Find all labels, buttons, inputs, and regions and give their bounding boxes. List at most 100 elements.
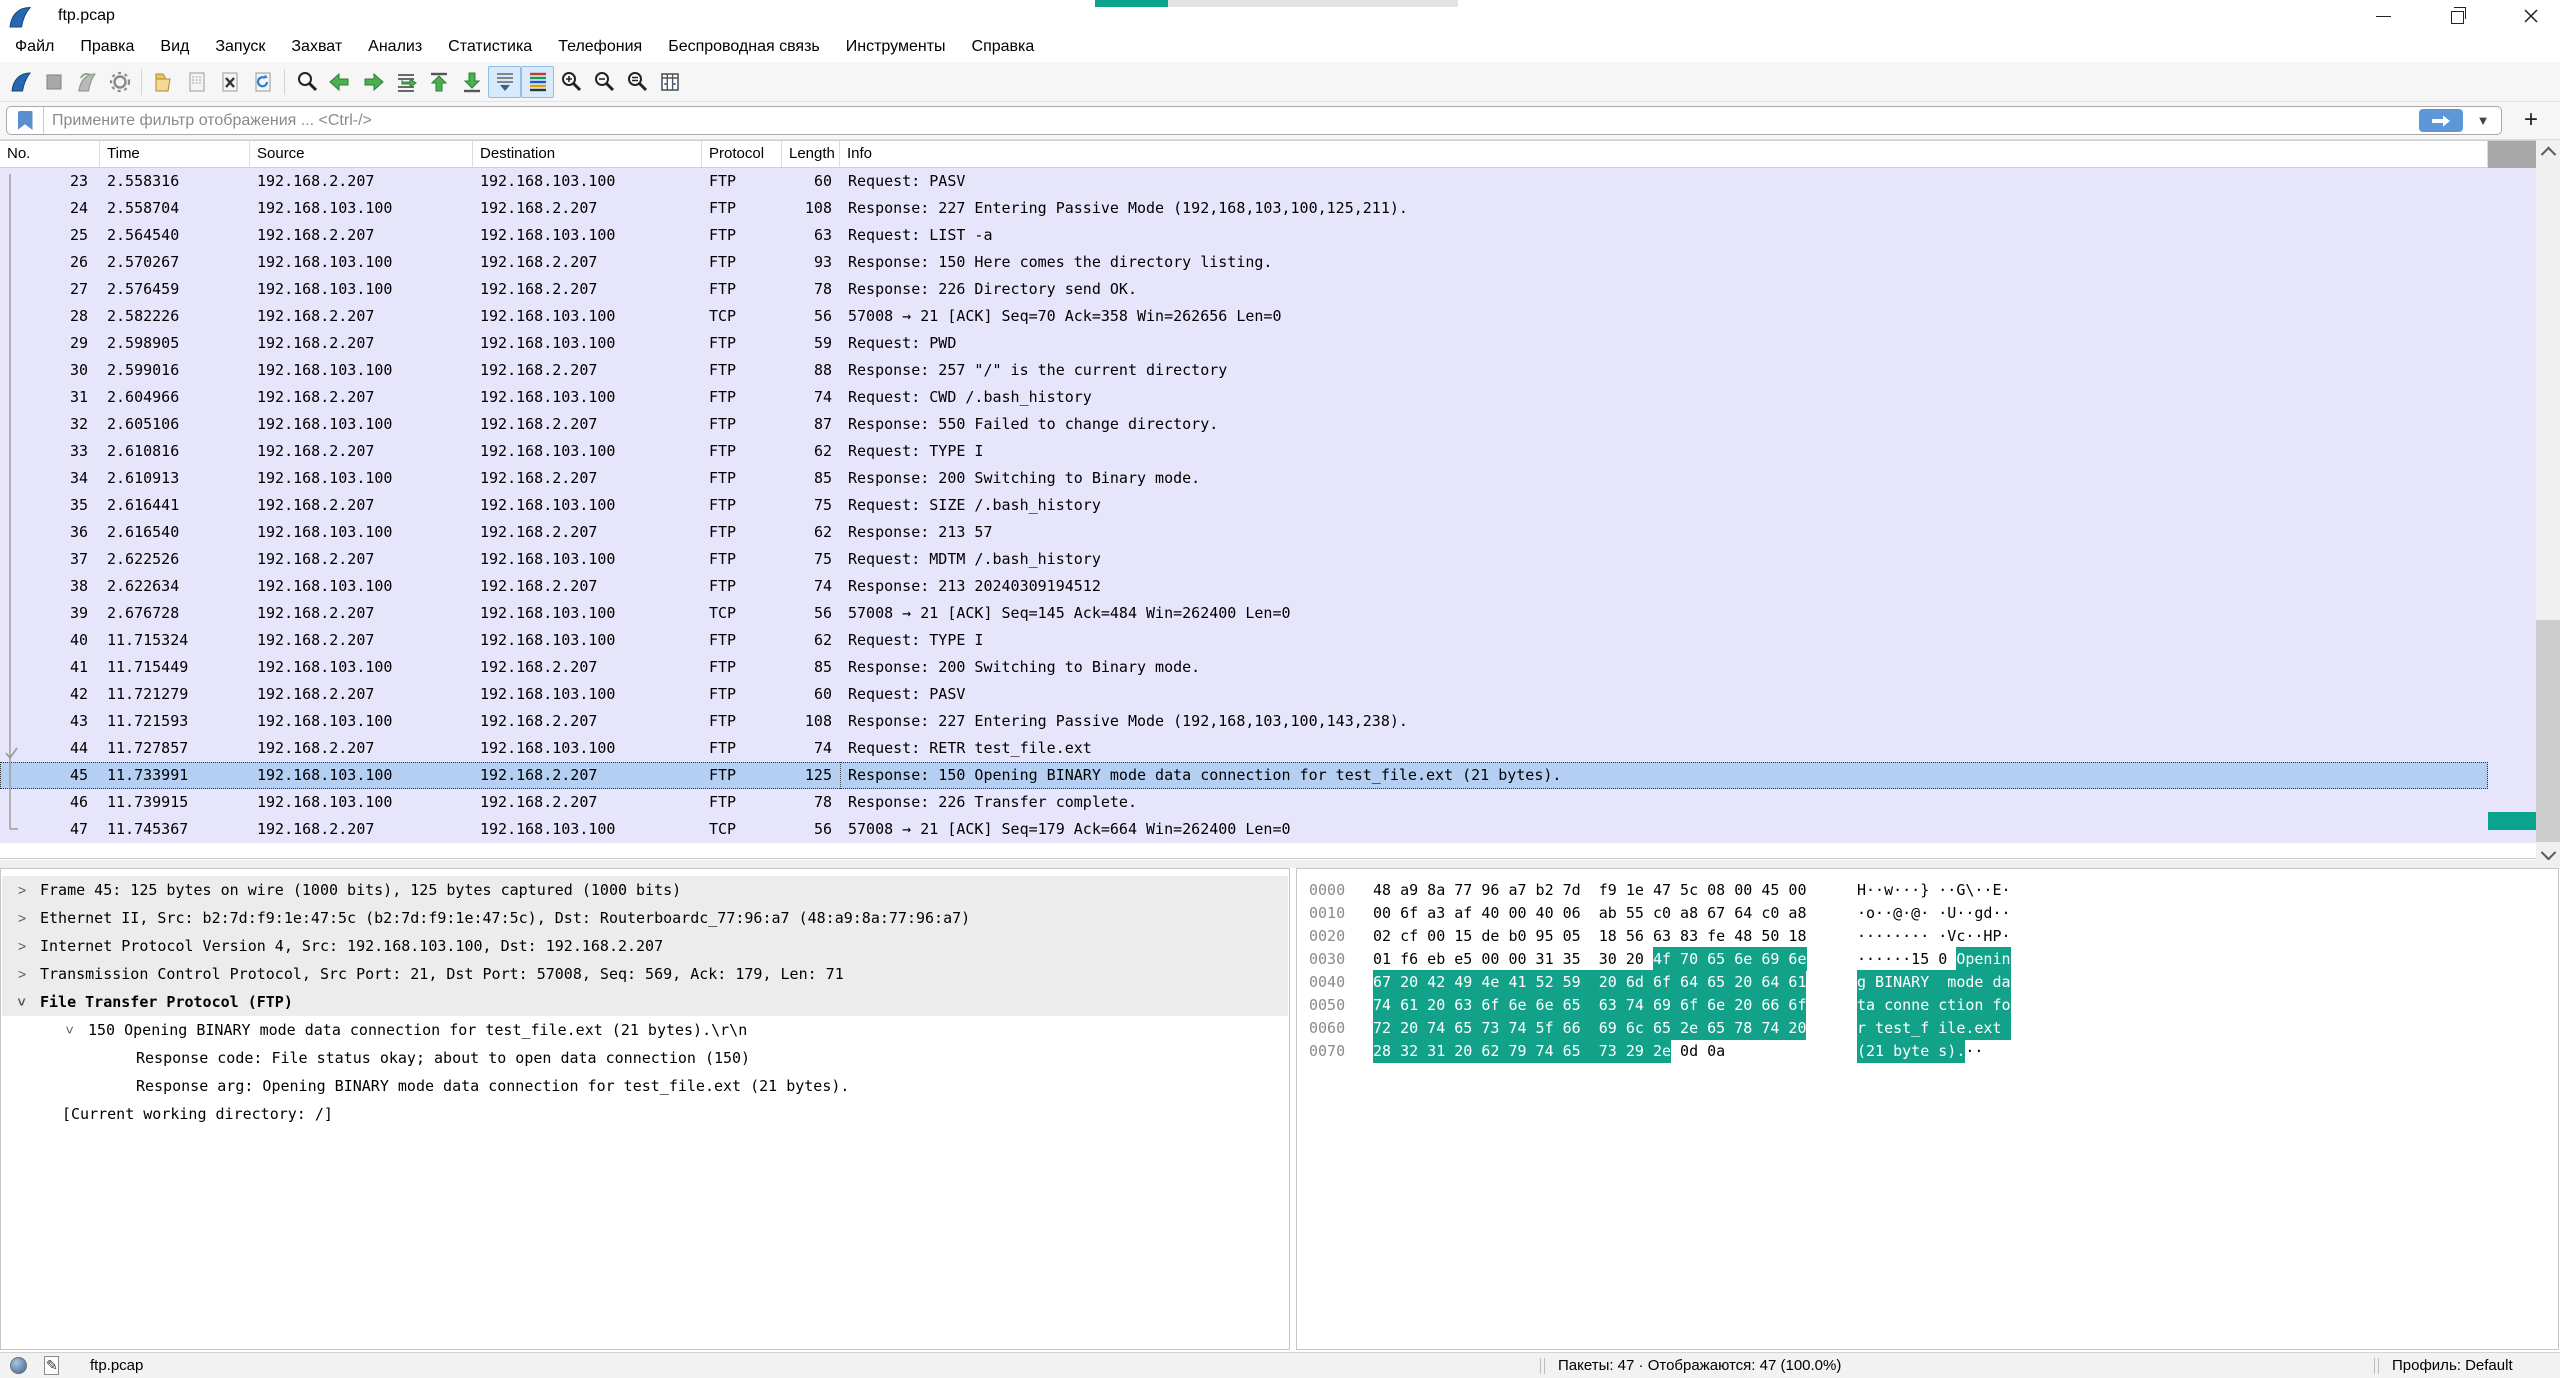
filter-bookmark-icon[interactable] <box>7 107 44 134</box>
column-header-destination[interactable]: Destination <box>473 141 702 167</box>
display-filter-input[interactable] <box>44 108 2419 133</box>
packet-row[interactable]: 362.616540192.168.103.100192.168.2.207FT… <box>0 519 2488 546</box>
next-packet-icon[interactable] <box>356 66 389 98</box>
packet-row[interactable]: 312.604966192.168.2.207192.168.103.100FT… <box>0 384 2488 411</box>
packet-row[interactable]: 4011.715324192.168.2.207192.168.103.100F… <box>0 627 2488 654</box>
add-filter-button[interactable]: + <box>2516 107 2546 135</box>
apply-filter-button[interactable] <box>2419 109 2463 132</box>
start-capture-icon[interactable] <box>4 66 37 98</box>
capture-comments-icon[interactable] <box>44 1356 59 1375</box>
last-packet-icon[interactable] <box>455 66 488 98</box>
hex-row[interactable]: 004067 20 42 49 4e 41 52 59 20 6d 6f 64 … <box>1309 971 1807 994</box>
menu-item-11[interactable]: Справка <box>959 32 1048 62</box>
packet-row[interactable]: 382.622634192.168.103.100192.168.2.207FT… <box>0 573 2488 600</box>
packet-row[interactable]: 262.570267192.168.103.100192.168.2.207FT… <box>0 249 2488 276</box>
menu-item-2[interactable]: Правка <box>67 32 147 62</box>
packet-row[interactable]: 342.610913192.168.103.100192.168.2.207FT… <box>0 465 2488 492</box>
menu-item-8[interactable]: Телефония <box>545 32 655 62</box>
packet-row[interactable]: 282.582226192.168.2.207192.168.103.100TC… <box>0 303 2488 330</box>
scrollbar-thumb[interactable] <box>2536 620 2560 842</box>
expert-info-icon[interactable] <box>10 1357 27 1374</box>
packet-row[interactable]: 4411.727857192.168.2.207192.168.103.100F… <box>0 735 2488 762</box>
horizontal-splitter[interactable] <box>0 860 2560 868</box>
packet-row[interactable]: 4211.721279192.168.2.207192.168.103.100F… <box>0 681 2488 708</box>
hex-row[interactable]: 001000 6f a3 af 40 00 40 06 ab 55 c0 a8 … <box>1309 902 1807 925</box>
column-header-no[interactable]: No. <box>0 141 100 167</box>
packet-row[interactable]: 4611.739915192.168.103.100192.168.2.207F… <box>0 789 2488 816</box>
zoom-original-icon[interactable] <box>620 66 653 98</box>
column-header-time[interactable]: Time <box>100 141 250 167</box>
hex-row[interactable]: 006072 20 74 65 73 74 5f 66 69 6c 65 2e … <box>1309 1017 1807 1040</box>
collapsed-arrow-icon[interactable]: > <box>14 960 30 988</box>
zoom-in-icon[interactable] <box>554 66 587 98</box>
expanded-arrow-icon[interactable]: > <box>8 994 36 1010</box>
collapsed-arrow-icon[interactable]: > <box>14 904 30 932</box>
packet-row[interactable]: 292.598905192.168.2.207192.168.103.100FT… <box>0 330 2488 357</box>
resize-columns-icon[interactable] <box>653 66 686 98</box>
scroll-up-arrow-icon[interactable] <box>2536 140 2560 162</box>
column-header-info[interactable]: Info <box>840 141 2488 167</box>
detail-line[interactable]: >Transmission Control Protocol, Src Port… <box>2 960 1288 988</box>
hex-row[interactable]: 002002 cf 00 15 de b0 95 05 18 56 63 83 … <box>1309 925 1807 948</box>
packet-row[interactable]: 322.605106192.168.103.100192.168.2.207FT… <box>0 411 2488 438</box>
packet-row[interactable]: 332.610816192.168.2.207192.168.103.100FT… <box>0 438 2488 465</box>
menu-item-9[interactable]: Беспроводная связь <box>655 32 833 62</box>
packet-list-scrollbar[interactable] <box>2536 140 2560 866</box>
detail-line[interactable]: Response arg: Opening BINARY mode data c… <box>2 1072 1288 1100</box>
column-header-length[interactable]: Length <box>782 141 840 167</box>
menu-item-1[interactable]: Файл <box>2 32 67 62</box>
auto-scroll-toggle-icon[interactable] <box>488 66 521 98</box>
close-file-icon[interactable] <box>213 66 246 98</box>
minimize-button[interactable] <box>2358 0 2408 32</box>
menu-item-5[interactable]: Захват <box>278 32 355 62</box>
detail-line[interactable]: >150 Opening BINARY mode data connection… <box>2 1016 1288 1044</box>
column-header-protocol[interactable]: Protocol <box>702 141 782 167</box>
packet-row[interactable]: 4111.715449192.168.103.100192.168.2.207F… <box>0 654 2488 681</box>
packet-row[interactable]: 352.616441192.168.2.207192.168.103.100FT… <box>0 492 2488 519</box>
colorize-toggle-icon[interactable] <box>521 66 554 98</box>
intelligent-scrollbar-minimap[interactable] <box>2488 168 2536 843</box>
detail-line[interactable]: Response code: File status okay; about t… <box>2 1044 1288 1072</box>
packet-row[interactable]: 392.676728192.168.2.207192.168.103.100TC… <box>0 600 2488 627</box>
close-button[interactable] <box>2506 0 2556 32</box>
packet-row[interactable]: 4311.721593192.168.103.100192.168.2.207F… <box>0 708 2488 735</box>
find-packet-icon[interactable] <box>290 66 323 98</box>
packet-row[interactable]: 252.564540192.168.2.207192.168.103.100FT… <box>0 222 2488 249</box>
save-file-icon[interactable] <box>180 66 213 98</box>
packet-row[interactable]: 4711.745367192.168.2.207192.168.103.100T… <box>0 816 2488 843</box>
open-file-icon[interactable] <box>147 66 180 98</box>
detail-line[interactable]: [Current working directory: /] <box>2 1100 1288 1128</box>
collapsed-arrow-icon[interactable]: > <box>14 932 30 960</box>
menu-item-10[interactable]: Инструменты <box>833 32 959 62</box>
expanded-arrow-icon[interactable]: > <box>56 1022 84 1038</box>
reload-file-icon[interactable] <box>246 66 279 98</box>
packet-row[interactable]: 302.599016192.168.103.100192.168.2.207FT… <box>0 357 2488 384</box>
column-header-source[interactable]: Source <box>250 141 473 167</box>
first-packet-icon[interactable] <box>422 66 455 98</box>
hex-row[interactable]: 005074 61 20 63 6f 6e 6e 65 63 74 69 6f … <box>1309 994 1807 1017</box>
detail-line[interactable]: >File Transfer Protocol (FTP) <box>2 988 1288 1016</box>
zoom-out-icon[interactable] <box>587 66 620 98</box>
go-to-packet-icon[interactable] <box>389 66 422 98</box>
restart-capture-icon[interactable] <box>70 66 103 98</box>
packet-row[interactable]: 4511.733991192.168.103.100192.168.2.207F… <box>0 762 2488 789</box>
detail-line[interactable]: >Internet Protocol Version 4, Src: 192.1… <box>2 932 1288 960</box>
packet-row[interactable]: 232.558316192.168.2.207192.168.103.100FT… <box>0 168 2488 195</box>
menu-item-6[interactable]: Анализ <box>355 32 435 62</box>
hex-row[interactable]: 007028 32 31 20 62 79 74 65 73 29 2e 0d … <box>1309 1040 1807 1063</box>
capture-options-icon[interactable] <box>103 66 136 98</box>
menu-item-7[interactable]: Статистика <box>435 32 545 62</box>
menu-item-4[interactable]: Запуск <box>202 32 278 62</box>
packet-row[interactable]: 272.576459192.168.103.100192.168.2.207FT… <box>0 276 2488 303</box>
stop-capture-icon[interactable] <box>37 66 70 98</box>
hex-row[interactable]: 003001 f6 eb e5 00 00 31 35 30 20 4f 70 … <box>1309 948 1807 971</box>
restore-button[interactable] <box>2432 0 2482 32</box>
packet-row[interactable]: 242.558704192.168.103.100192.168.2.207FT… <box>0 195 2488 222</box>
display-filter-field[interactable]: ▼ <box>6 106 2502 135</box>
packet-row[interactable]: 372.622526192.168.2.207192.168.103.100FT… <box>0 546 2488 573</box>
detail-line[interactable]: >Ethernet II, Src: b2:7d:f9:1e:47:5c (b2… <box>2 904 1288 932</box>
filter-dropdown-chevron-icon[interactable]: ▼ <box>2469 109 2497 132</box>
menu-item-3[interactable]: Вид <box>147 32 202 62</box>
status-profile[interactable]: Профиль: Default <box>2392 1353 2513 1378</box>
collapsed-arrow-icon[interactable]: > <box>14 876 30 904</box>
